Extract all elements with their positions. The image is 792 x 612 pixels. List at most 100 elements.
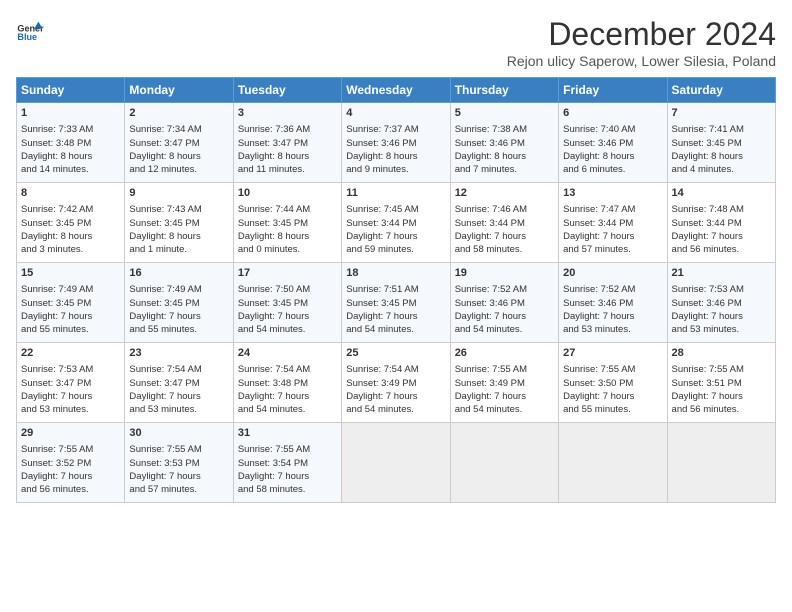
sunrise-text: Sunrise: 7:55 AM <box>455 364 527 375</box>
sunset-text: Sunset: 3:45 PM <box>238 218 308 229</box>
weekday-header-row: Sunday Monday Tuesday Wednesday Thursday… <box>17 78 776 103</box>
day-number: 22 <box>21 346 120 361</box>
calendar-table: Sunday Monday Tuesday Wednesday Thursday… <box>16 77 776 503</box>
calendar-cell: 19Sunrise: 7:52 AMSunset: 3:46 PMDayligh… <box>450 263 558 343</box>
calendar-cell: 31 Sunrise: 7:55 AM Sunset: 3:54 PM Dayligh… <box>233 423 341 503</box>
daylight-hours-text: Daylight: 7 hours <box>563 231 634 242</box>
day-number: 31 <box>238 426 337 441</box>
daylight-hours-text: Daylight: 7 hours <box>129 311 200 322</box>
daylight-minutes-text: and 54 minutes. <box>455 404 523 415</box>
day-number: 9 <box>129 186 228 201</box>
daylight-hours-text: Daylight: 7 hours <box>238 471 309 482</box>
sunset-text: Sunset: 3:45 PM <box>21 298 91 309</box>
sunrise-text: Sunrise: 7:38 AM <box>455 124 527 135</box>
day-number: 17 <box>238 266 337 281</box>
daylight-hours-text: Daylight: 7 hours <box>672 391 743 402</box>
sunset-text: Sunset: 3:54 PM <box>238 458 308 469</box>
day-number: 16 <box>129 266 228 281</box>
daylight-hours-text: Daylight: 7 hours <box>21 311 92 322</box>
calendar-cell: 8Sunrise: 7:42 AMSunset: 3:45 PMDaylight… <box>17 183 125 263</box>
daylight-minutes-text: and 9 minutes. <box>346 164 408 175</box>
sunrise-text: Sunrise: 7:33 AM <box>21 124 93 135</box>
day-number: 12 <box>455 186 554 201</box>
daylight-minutes-text: and 53 minutes. <box>21 404 89 415</box>
calendar-cell: 28Sunrise: 7:55 AMSunset: 3:51 PMDayligh… <box>667 343 775 423</box>
calendar-week-2: 8Sunrise: 7:42 AMSunset: 3:45 PMDaylight… <box>17 183 776 263</box>
daylight-minutes-text: and 12 minutes. <box>129 164 197 175</box>
daylight-minutes-text: and 53 minutes. <box>672 324 740 335</box>
header-sunday: Sunday <box>17 78 125 103</box>
day-number: 25 <box>346 346 445 361</box>
calendar-cell: 18Sunrise: 7:51 AMSunset: 3:45 PMDayligh… <box>342 263 450 343</box>
sunset-text: Sunset: 3:52 PM <box>21 458 91 469</box>
header-monday: Monday <box>125 78 233 103</box>
sunrise-text: Sunrise: 7:53 AM <box>21 364 93 375</box>
calendar-cell: 1Sunrise: 7:33 AMSunset: 3:48 PMDaylight… <box>17 103 125 183</box>
daylight-minutes-text: and 53 minutes. <box>563 324 631 335</box>
calendar-cell: 12Sunrise: 7:46 AMSunset: 3:44 PMDayligh… <box>450 183 558 263</box>
day-number: 18 <box>346 266 445 281</box>
sunrise-text: Sunrise: 7:54 AM <box>129 364 201 375</box>
calendar-subtitle: Rejon ulicy Saperow, Lower Silesia, Pola… <box>507 53 776 69</box>
daylight-minutes-text: and 0 minutes. <box>238 244 300 255</box>
day-number: 8 <box>21 186 120 201</box>
sunrise-text: Sunrise: 7:54 AM <box>238 364 310 375</box>
calendar-cell <box>667 423 775 503</box>
calendar-cell: 29Sunrise: 7:55 AMSunset: 3:52 PMDayligh… <box>17 423 125 503</box>
daylight-hours-text: Daylight: 7 hours <box>672 231 743 242</box>
sunrise-text: Sunrise: 7:55 AM <box>672 364 744 375</box>
day-number: 2 <box>129 106 228 121</box>
daylight-hours-text: Daylight: 8 hours <box>563 151 634 162</box>
daylight-minutes-text: and 1 minute. <box>129 244 187 255</box>
daylight-hours-text: Daylight: 8 hours <box>455 151 526 162</box>
sunrise-text: Sunrise: 7:40 AM <box>563 124 635 135</box>
daylight-hours-text: Daylight: 7 hours <box>129 471 200 482</box>
day-number: 29 <box>21 426 120 441</box>
daylight-hours-text: Daylight: 8 hours <box>21 231 92 242</box>
header-thursday: Thursday <box>450 78 558 103</box>
daylight-minutes-text: and 56 minutes. <box>21 484 89 495</box>
daylight-hours-text: Daylight: 7 hours <box>672 311 743 322</box>
daylight-minutes-text: and 56 minutes. <box>672 404 740 415</box>
sunrise-text: Sunrise: 7:48 AM <box>672 204 744 215</box>
calendar-cell <box>342 423 450 503</box>
daylight-minutes-text: and 54 minutes. <box>238 324 306 335</box>
sunset-text: Sunset: 3:44 PM <box>672 218 742 229</box>
day-number: 1 <box>21 106 120 121</box>
calendar-cell: 5Sunrise: 7:38 AMSunset: 3:46 PMDaylight… <box>450 103 558 183</box>
sunset-text: Sunset: 3:45 PM <box>238 298 308 309</box>
calendar-cell: 13Sunrise: 7:47 AMSunset: 3:44 PMDayligh… <box>559 183 667 263</box>
daylight-hours-text: Daylight: 8 hours <box>672 151 743 162</box>
day-number: 4 <box>346 106 445 121</box>
day-number: 24 <box>238 346 337 361</box>
sunset-text: Sunset: 3:49 PM <box>455 378 525 389</box>
sunset-text: Sunset: 3:48 PM <box>21 138 91 149</box>
daylight-hours-text: Daylight: 7 hours <box>455 231 526 242</box>
header-tuesday: Tuesday <box>233 78 341 103</box>
calendar-cell: 24Sunrise: 7:54 AMSunset: 3:48 PMDayligh… <box>233 343 341 423</box>
sunrise-text: Sunrise: 7:52 AM <box>563 284 635 295</box>
calendar-week-3: 15Sunrise: 7:49 AMSunset: 3:45 PMDayligh… <box>17 263 776 343</box>
daylight-minutes-text: and 3 minutes. <box>21 244 83 255</box>
sunrise-text: Sunrise: 7:54 AM <box>346 364 418 375</box>
calendar-cell: 20Sunrise: 7:52 AMSunset: 3:46 PMDayligh… <box>559 263 667 343</box>
sunrise-text: Sunrise: 7:55 AM <box>238 444 310 455</box>
daylight-minutes-text: and 55 minutes. <box>129 324 197 335</box>
calendar-cell: 15Sunrise: 7:49 AMSunset: 3:45 PMDayligh… <box>17 263 125 343</box>
daylight-minutes-text: and 6 minutes. <box>563 164 625 175</box>
day-number: 20 <box>563 266 662 281</box>
calendar-week-1: 1 Sunrise: 7:33 AM Sunset: 3:48 PM Daylight… <box>17 103 776 183</box>
sunset-text: Sunset: 3:47 PM <box>238 138 308 149</box>
daylight-hours-text: Daylight: 7 hours <box>455 311 526 322</box>
daylight-minutes-text: and 55 minutes. <box>563 404 631 415</box>
sunrise-text: Sunrise: 7:41 AM <box>672 124 744 135</box>
daylight-hours-text: Daylight: 7 hours <box>346 391 417 402</box>
daylight-minutes-text: and 4 minutes. <box>672 164 734 175</box>
sunrise-text: Sunrise: 7:55 AM <box>21 444 93 455</box>
daylight-hours-text: Daylight: 8 hours <box>129 231 200 242</box>
sunset-text: Sunset: 3:46 PM <box>455 138 525 149</box>
calendar-cell: 30Sunrise: 7:55 AMSunset: 3:53 PMDayligh… <box>125 423 233 503</box>
calendar-cell: 25Sunrise: 7:54 AMSunset: 3:49 PMDayligh… <box>342 343 450 423</box>
daylight-hours-text: Daylight: 7 hours <box>238 391 309 402</box>
daylight-minutes-text: and 7 minutes. <box>455 164 517 175</box>
